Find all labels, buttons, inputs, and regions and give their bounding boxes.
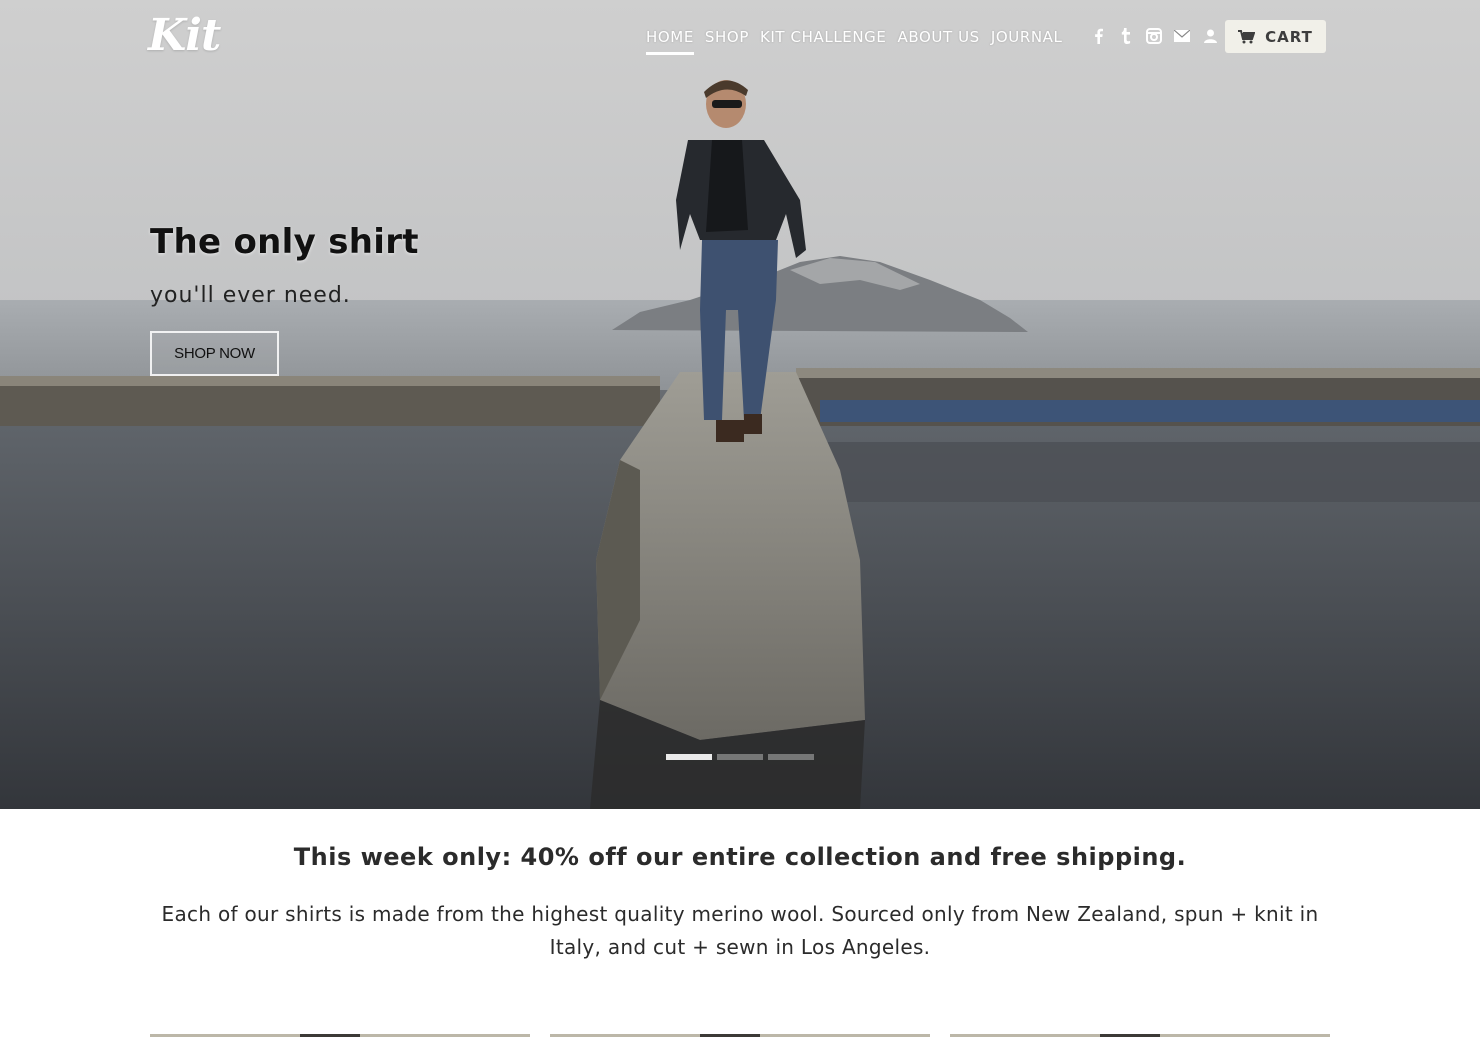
instagram-icon[interactable] bbox=[1140, 24, 1168, 48]
slide-indicators bbox=[666, 754, 819, 760]
cart-label: CART bbox=[1265, 27, 1313, 46]
slide-dot-1[interactable] bbox=[666, 754, 712, 760]
nav-item-home[interactable]: HOME bbox=[646, 28, 694, 55]
cart-button[interactable]: CART bbox=[1225, 20, 1326, 53]
hero-subtitle: you'll ever need. bbox=[150, 283, 351, 308]
cart-icon bbox=[1238, 29, 1256, 43]
slide-dot-3[interactable] bbox=[768, 754, 814, 760]
hero-photo bbox=[0, 0, 1480, 809]
email-icon[interactable] bbox=[1168, 24, 1196, 48]
nav-item-kit-challenge[interactable]: KIT CHALLENGE bbox=[760, 28, 887, 46]
shop-now-button[interactable]: SHOP NOW bbox=[150, 331, 279, 376]
tumblr-icon[interactable] bbox=[1112, 24, 1140, 48]
slide-dot-2[interactable] bbox=[717, 754, 763, 760]
promo-description: Each of our shirts is made from the high… bbox=[161, 902, 1319, 959]
nav-item-shop[interactable]: SHOP bbox=[705, 28, 749, 46]
account-icon[interactable] bbox=[1196, 24, 1224, 48]
nav-item-about-us[interactable]: ABOUT US bbox=[898, 28, 980, 46]
brand-logo[interactable]: Kit bbox=[148, 10, 221, 62]
promo-headline: This week only: 40% off our entire colle… bbox=[293, 843, 1187, 871]
hero-title: The only shirt bbox=[150, 222, 419, 262]
social-links bbox=[1084, 24, 1224, 48]
facebook-icon[interactable] bbox=[1084, 24, 1112, 48]
nav-item-journal[interactable]: JOURNAL bbox=[991, 28, 1063, 46]
hero-slideshow: Kit HOME SHOP KIT CHALLENGE ABOUT US JOU… bbox=[0, 0, 1480, 809]
main-nav: HOME SHOP KIT CHALLENGE ABOUT US JOURNAL bbox=[646, 24, 1073, 55]
